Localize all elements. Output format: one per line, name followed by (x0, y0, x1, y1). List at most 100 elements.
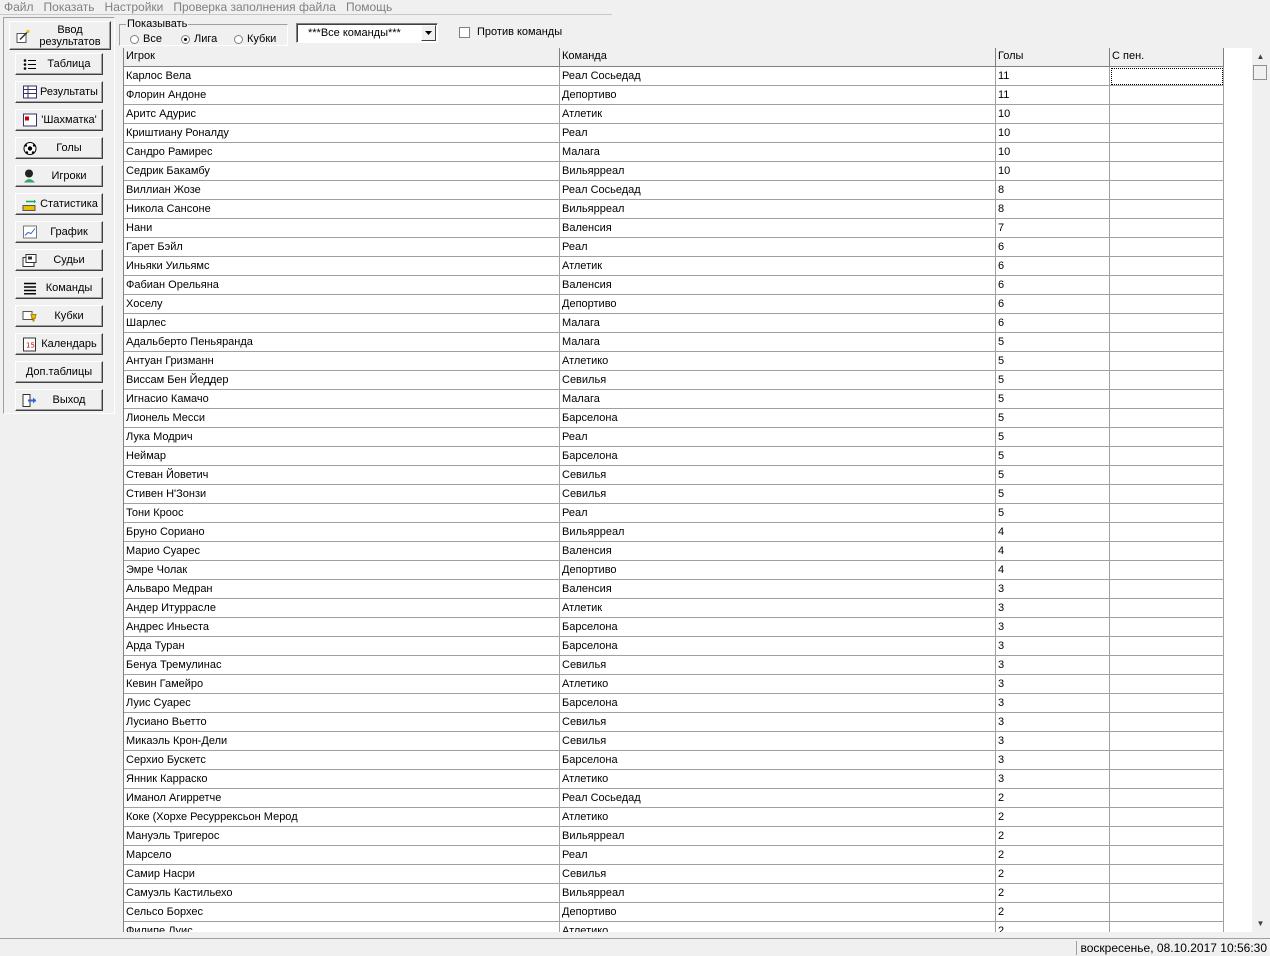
table-row[interactable]: Марсело Реал 2 (124, 846, 1224, 865)
goals-cell[interactable]: 2 (996, 808, 1110, 827)
team-cell[interactable]: Барселона (560, 447, 996, 466)
header-team[interactable]: Команда (560, 48, 996, 66)
dropdown-arrow-icon[interactable] (421, 25, 436, 41)
table-row[interactable]: Бруно Сориано Вильярреал 4 (124, 523, 1224, 542)
menu-settings[interactable]: Настройки (101, 0, 168, 14)
goals-cell[interactable]: 5 (996, 390, 1110, 409)
statistics-button[interactable]: Статистика (15, 193, 103, 215)
goals-cell[interactable]: 10 (996, 105, 1110, 124)
menu-file[interactable]: Файл (0, 0, 38, 14)
player-cell[interactable]: Лусиано Вьетто (124, 713, 560, 732)
player-cell[interactable]: Аритс Адурис (124, 105, 560, 124)
goals-cell[interactable]: 8 (996, 200, 1110, 219)
penalty-cell[interactable] (1110, 181, 1224, 200)
goals-cell[interactable]: 3 (996, 751, 1110, 770)
player-cell[interactable]: Неймар (124, 447, 560, 466)
table-row[interactable]: Коке (Хорхе Ресуррексьон Мерод Атлетико 2 (124, 808, 1224, 827)
player-cell[interactable]: Лионель Месси (124, 409, 560, 428)
player-cell[interactable]: Мануэль Тригерос (124, 827, 560, 846)
table-row[interactable]: Виллиан Жозе Реал Сосьедад 8 (124, 181, 1224, 200)
player-cell[interactable]: Луис Суарес (124, 694, 560, 713)
player-cell[interactable]: Нани (124, 219, 560, 238)
team-cell[interactable]: Реал (560, 428, 996, 447)
player-cell[interactable]: Адальберто Пеньяранда (124, 333, 560, 352)
penalty-cell[interactable] (1110, 67, 1224, 86)
table-row[interactable]: Самуэль Кастильехо Вильярреал 2 (124, 884, 1224, 903)
team-cell[interactable]: Депортиво (560, 903, 996, 922)
scroll-up-icon[interactable]: ▲ (1252, 48, 1269, 65)
player-cell[interactable]: Гарет Бэйл (124, 238, 560, 257)
goals-cell[interactable]: 8 (996, 181, 1110, 200)
table-row[interactable]: Лука Модрич Реал 5 (124, 428, 1224, 447)
team-cell[interactable]: Атлетико (560, 770, 996, 789)
table-row[interactable]: Стеван Йоветич Севилья 5 (124, 466, 1224, 485)
goals-cell[interactable]: 5 (996, 504, 1110, 523)
penalty-cell[interactable] (1110, 599, 1224, 618)
goals-cell[interactable]: 2 (996, 865, 1110, 884)
penalty-cell[interactable] (1110, 789, 1224, 808)
goals-cell[interactable]: 3 (996, 580, 1110, 599)
goals-cell[interactable]: 2 (996, 903, 1110, 922)
table-row[interactable]: Неймар Барселона 5 (124, 447, 1224, 466)
team-cell[interactable]: Валенсия (560, 542, 996, 561)
team-cell[interactable]: Реал (560, 238, 996, 257)
header-penalty[interactable]: С пен. (1110, 48, 1224, 66)
table-row[interactable]: Марио Суарес Валенсия 4 (124, 542, 1224, 561)
table-row[interactable]: Бенуа Тремулинас Севилья 3 (124, 656, 1224, 675)
player-cell[interactable]: Андер Итуррасле (124, 599, 560, 618)
goals-button[interactable]: Голы (15, 137, 103, 159)
goals-cell[interactable]: 5 (996, 333, 1110, 352)
penalty-cell[interactable] (1110, 352, 1224, 371)
goals-cell[interactable]: 4 (996, 542, 1110, 561)
goals-cell[interactable]: 6 (996, 295, 1110, 314)
table-row[interactable]: Аритс Адурис Атлетик 10 (124, 105, 1224, 124)
table-row[interactable]: Нани Валенсия 7 (124, 219, 1224, 238)
penalty-cell[interactable] (1110, 371, 1224, 390)
penalty-cell[interactable] (1110, 675, 1224, 694)
extra-tables-button[interactable]: Доп.таблицы (15, 361, 103, 383)
player-cell[interactable]: Янник Карраско (124, 770, 560, 789)
player-cell[interactable]: Андрес Иньеста (124, 618, 560, 637)
team-cell[interactable]: Барселона (560, 618, 996, 637)
goals-cell[interactable]: 3 (996, 637, 1110, 656)
table-row[interactable]: Кевин Гамейро Атлетико 3 (124, 675, 1224, 694)
table-row[interactable]: Седрик Бакамбу Вильярреал 10 (124, 162, 1224, 181)
player-cell[interactable]: Эмре Чолак (124, 561, 560, 580)
player-cell[interactable]: Шарлес (124, 314, 560, 333)
vertical-scrollbar[interactable]: ▲ ▼ (1252, 48, 1269, 932)
goals-cell[interactable]: 4 (996, 561, 1110, 580)
player-cell[interactable]: Коке (Хорхе Ресуррексьон Мерод (124, 808, 560, 827)
goals-cell[interactable]: 5 (996, 371, 1110, 390)
header-goals[interactable]: Голы (996, 48, 1110, 66)
player-cell[interactable]: Бруно Сориано (124, 523, 560, 542)
table-row[interactable]: Арда Туран Барселона 3 (124, 637, 1224, 656)
penalty-cell[interactable] (1110, 485, 1224, 504)
player-cell[interactable]: Альваро Медран (124, 580, 560, 599)
goals-cell[interactable]: 3 (996, 675, 1110, 694)
player-cell[interactable]: Антуан Гризманн (124, 352, 560, 371)
menu-show[interactable]: Показать (40, 0, 99, 14)
results-button[interactable]: Результаты (15, 81, 103, 103)
goals-cell[interactable]: 2 (996, 884, 1110, 903)
player-cell[interactable]: Игнасио Камачо (124, 390, 560, 409)
table-row[interactable]: Самир Насри Севилья 2 (124, 865, 1224, 884)
goals-cell[interactable]: 10 (996, 124, 1110, 143)
goals-cell[interactable]: 5 (996, 352, 1110, 371)
table-row[interactable]: Виссам Бен Йеддер Севилья 5 (124, 371, 1224, 390)
penalty-cell[interactable] (1110, 865, 1224, 884)
goals-cell[interactable]: 6 (996, 257, 1110, 276)
table-row[interactable]: Иньяки Уильямс Атлетик 6 (124, 257, 1224, 276)
scroll-down-icon[interactable]: ▼ (1252, 915, 1269, 932)
penalty-cell[interactable] (1110, 428, 1224, 447)
players-button[interactable]: Игроки (15, 165, 103, 187)
goals-cell[interactable]: 4 (996, 523, 1110, 542)
player-cell[interactable]: Никола Сансоне (124, 200, 560, 219)
team-cell[interactable]: Севилья (560, 865, 996, 884)
table-row[interactable]: Микаэль Крон-Дели Севилья 3 (124, 732, 1224, 751)
penalty-cell[interactable] (1110, 390, 1224, 409)
table-row[interactable]: Стивен Н'Зонзи Севилья 5 (124, 485, 1224, 504)
penalty-cell[interactable] (1110, 86, 1224, 105)
team-cell[interactable]: Малага (560, 143, 996, 162)
radio-league[interactable]: Лига (181, 33, 217, 45)
player-cell[interactable]: Иманол Агирретче (124, 789, 560, 808)
